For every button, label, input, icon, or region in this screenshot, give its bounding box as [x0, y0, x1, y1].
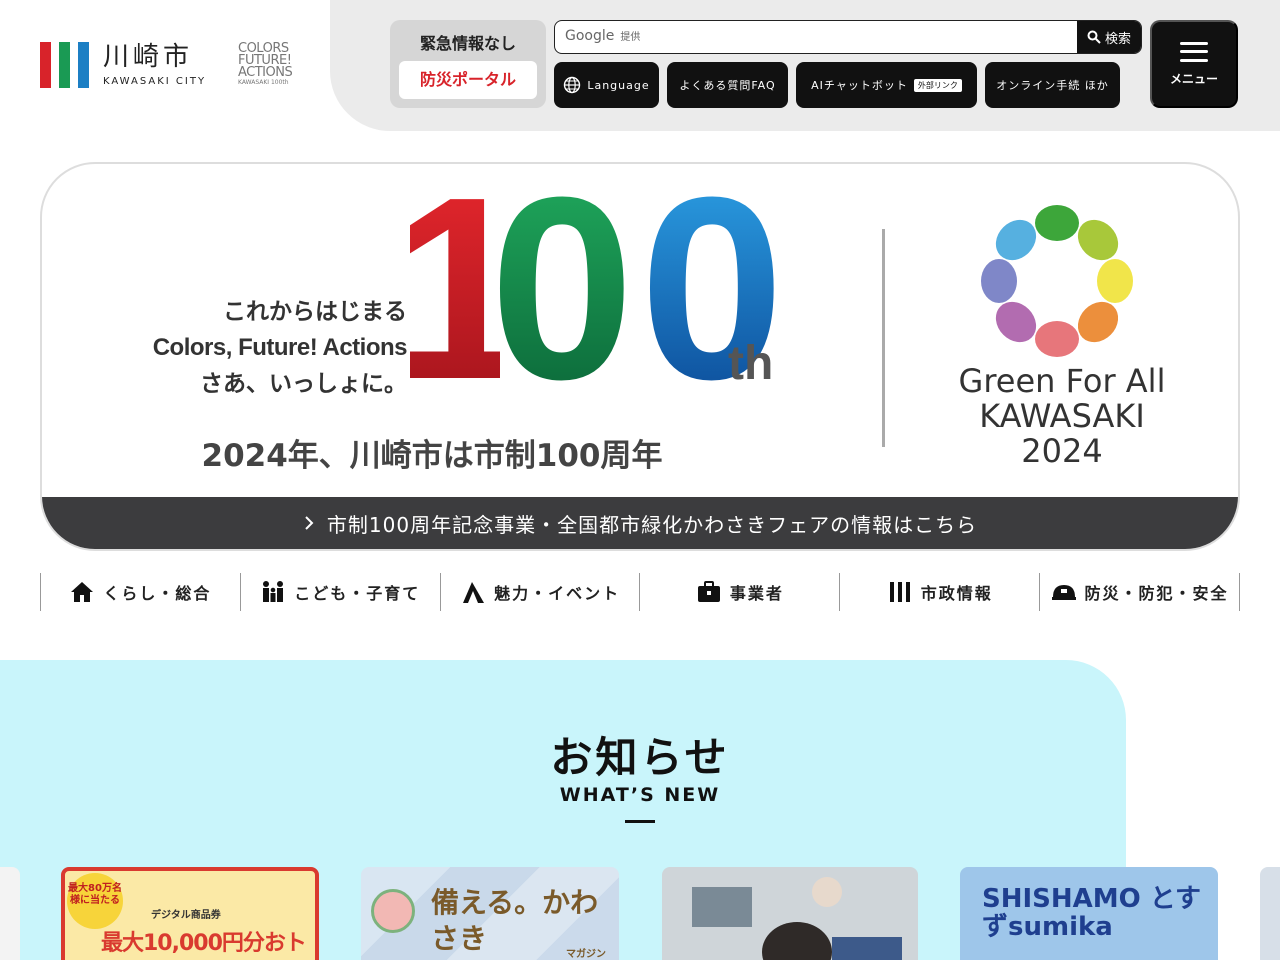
- news-card-sonaeru-kawasaki[interactable]: 備える。かわさき マガジン: [361, 867, 619, 960]
- anniversary-banner[interactable]: これからはじまる Colors, Future! Actions さあ、いっしょ…: [40, 162, 1240, 551]
- site-logo[interactable]: 川崎市 KAWASAKI CITY: [40, 42, 206, 88]
- category-shisei[interactable]: 市政情報: [839, 573, 1039, 611]
- office-screen-shape: [832, 937, 902, 960]
- category-miryoku-label: 魅力・イベント: [494, 584, 621, 603]
- anniversary-mark: COLORS FUTURE! ACTIONS KAWASAKI 100th: [238, 42, 300, 87]
- category-kodomo[interactable]: こども・子育て: [239, 573, 440, 611]
- news-card-partial-right[interactable]: [1260, 867, 1280, 960]
- th-suffix: th: [728, 337, 774, 390]
- category-shisei-label: 市政情報: [920, 584, 993, 603]
- tagline-line-3: さあ、いっしょに。: [200, 371, 407, 397]
- disaster-portal-button[interactable]: 防災ポータル: [399, 61, 537, 99]
- ai-chatbot-label: AIチャットボット: [811, 79, 908, 92]
- faq-label: よくある質問FAQ: [679, 79, 776, 92]
- card2-subtext: マガジン: [566, 949, 606, 960]
- banner-divider: [882, 229, 885, 447]
- search-icon: [1087, 30, 1101, 44]
- banner-link-text: 市制100周年記念事業・全国都市緑化かわさきフェアの情報はこちら: [326, 512, 978, 537]
- banner-info-link[interactable]: 市制100周年記念事業・全国都市緑化かわさきフェアの情報はこちら: [42, 497, 1238, 549]
- ai-chatbot-button[interactable]: AIチャットボット 外部リンク: [796, 62, 977, 108]
- gfa-line-3: 2024: [1021, 432, 1103, 470]
- external-link-badge: 外部リンク: [913, 78, 962, 92]
- news-card-digital-voucher[interactable]: 最大80万名様に当たる デジタル商品券 最大10,000円分おトク!: [61, 867, 319, 960]
- news-card-partial-left[interactable]: [0, 867, 20, 960]
- office-monitor-shape: [692, 887, 752, 927]
- banner-tagline: これからはじまる Colors, Future! Actions さあ、いっしょ…: [92, 294, 408, 402]
- online-procedures-button[interactable]: オンライン手続 ほか: [985, 62, 1120, 108]
- tagline-line-1: これからはじまる: [223, 299, 407, 325]
- language-button[interactable]: Language: [554, 62, 659, 108]
- card1-main-text: 最大10,000円分おトク!: [101, 931, 307, 956]
- news-card-shishamo-sumika[interactable]: SHISHAMO とすずsumika: [960, 867, 1218, 960]
- anniversary-text: 2024年、川崎市は市制100周年: [201, 438, 663, 474]
- menu-button[interactable]: メニュー: [1150, 20, 1238, 108]
- gfa-line-2: KAWASAKI: [979, 397, 1145, 435]
- category-jigyousha[interactable]: 事業者: [639, 573, 839, 611]
- site-search: Google 提供 検索: [554, 20, 1142, 54]
- search-input[interactable]: [555, 21, 1077, 53]
- category-kurashi[interactable]: くらし・総合: [40, 573, 240, 611]
- green-for-all-flower-logo: [981, 205, 1133, 357]
- news-underline: [625, 820, 655, 823]
- news-title: お知らせ: [550, 733, 730, 782]
- search-button[interactable]: 検索: [1077, 21, 1141, 53]
- hamburger-icon: [1180, 41, 1208, 62]
- news-card-office-photo[interactable]: [662, 867, 918, 960]
- emergency-panel: 緊急情報なし 防災ポータル: [390, 20, 546, 108]
- card1-subtext: デジタル商品券: [151, 910, 221, 921]
- logo-city-name: 川崎市: [103, 42, 194, 72]
- chevron-right-icon: [305, 516, 314, 530]
- logo-bars-icon: [40, 42, 89, 88]
- news-subtitle: WHAT’S NEW: [559, 784, 721, 806]
- search-button-label: 検索: [1104, 30, 1131, 46]
- house-icon: [71, 582, 94, 602]
- emergency-status: 緊急情報なし: [419, 34, 516, 53]
- mascot-icon: [371, 889, 415, 933]
- flag-icon: [463, 582, 485, 603]
- gfa-line-1: Green For All: [958, 362, 1166, 400]
- category-kurashi-label: くらし・総合: [103, 584, 212, 603]
- mark-line-3: ACTIONS: [238, 65, 293, 80]
- mark-small: KAWASAKI 100th: [238, 79, 289, 86]
- language-label: Language: [587, 78, 650, 92]
- logo-city-name-en: KAWASAKI CITY: [103, 76, 207, 87]
- category-jigyousha-label: 事業者: [729, 584, 784, 603]
- category-bousai-label: 防災・防犯・安全: [1084, 584, 1229, 603]
- card4-main-text: SHISHAMO とすずsumika: [982, 884, 1202, 942]
- city-bars-icon: [889, 582, 910, 602]
- globe-icon: [564, 76, 581, 94]
- category-kodomo-label: こども・子育て: [294, 584, 421, 603]
- briefcase-icon: [697, 581, 720, 602]
- helmet-icon: [1051, 585, 1076, 600]
- tagline-line-2: Colors, Future! Actions: [152, 334, 408, 361]
- digit-zero-green: 0: [482, 164, 635, 419]
- category-miryoku[interactable]: 魅力・イベント: [439, 573, 640, 611]
- card1-badge: 最大80万名様に当たる: [67, 873, 123, 929]
- online-procedures-label: オンライン手続 ほか: [996, 79, 1109, 92]
- family-icon: [263, 581, 284, 602]
- office-person-hair-shape: [762, 922, 832, 960]
- menu-label: メニュー: [1169, 71, 1218, 86]
- green-for-all-text: Green For All KAWASAKI 2024: [922, 364, 1202, 469]
- office-person-shape: [812, 877, 842, 907]
- category-nav: くらし・総合 こども・子育て 魅力・イベント 事業者 市政情報 防災・防犯・安全: [40, 573, 1240, 611]
- faq-button[interactable]: よくある質問FAQ: [667, 62, 788, 108]
- category-bousai[interactable]: 防災・防犯・安全: [1039, 573, 1240, 611]
